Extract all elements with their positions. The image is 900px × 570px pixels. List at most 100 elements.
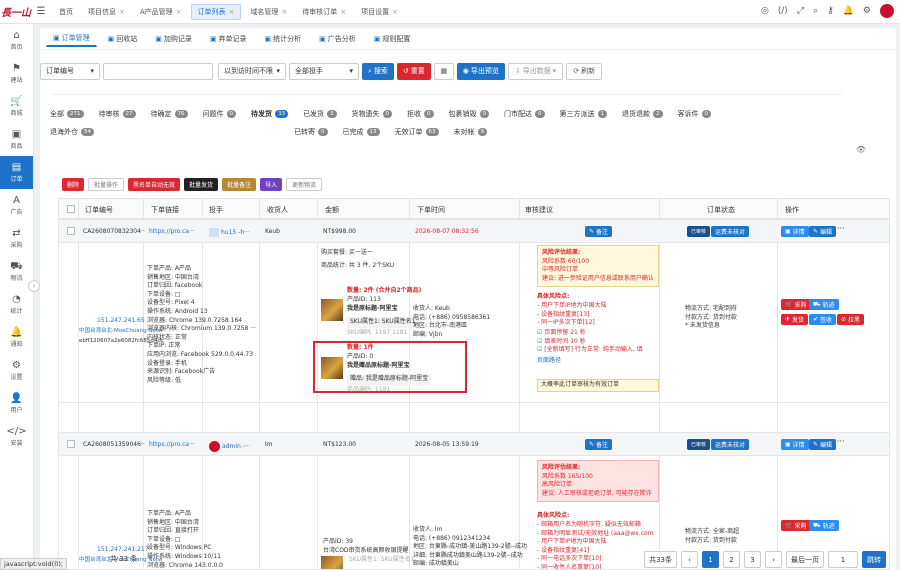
- sidebar-item-1[interactable]: ⚑ 建站: [0, 57, 33, 90]
- status-tab[interactable]: 未对帐 9: [454, 126, 487, 137]
- sidebar-item-12[interactable]: </> 安装: [0, 420, 33, 453]
- sign-button[interactable]: ✔ 签收: [809, 314, 837, 325]
- last-page[interactable]: 最后一页: [786, 551, 824, 568]
- row-checkbox[interactable]: [67, 227, 75, 235]
- agent-name[interactable]: hu15 -h···: [209, 228, 250, 238]
- status-tab[interactable]: 第三方派送 1: [560, 108, 607, 119]
- jump-button[interactable]: 跳转: [862, 551, 886, 568]
- export-preview-button[interactable]: ◉ 导出预览: [456, 62, 505, 80]
- action-button-5[interactable]: 导入: [260, 178, 283, 191]
- more-icon[interactable]: ···: [837, 437, 845, 447]
- tab-2[interactable]: A产品管理 ×: [134, 4, 188, 20]
- status-tab[interactable]: 无效订单 63: [395, 126, 439, 137]
- sidebar-item-3[interactable]: ▣ 商品: [0, 123, 33, 156]
- detail-button[interactable]: ▣ 详情: [781, 226, 809, 237]
- remark-button[interactable]: ✎ 备注: [585, 439, 613, 450]
- jump-input[interactable]: 1: [828, 551, 858, 568]
- table-row[interactable]: CA2608051359046·· https://pro.ca··· admi…: [59, 432, 889, 456]
- sidebar-item-5[interactable]: A 广告: [0, 189, 33, 222]
- track-button[interactable]: ⛟ 轨迹: [809, 299, 839, 310]
- close-icon[interactable]: ×: [119, 8, 125, 16]
- close-icon[interactable]: ×: [176, 8, 182, 16]
- order-id[interactable]: CA2608070832304··: [83, 228, 145, 237]
- col-order-id[interactable]: 订单编号: [85, 205, 113, 215]
- action-button-2[interactable]: 黑名单自动无效: [128, 178, 181, 191]
- subnav-item-0[interactable]: ▣ 订单管理: [46, 30, 97, 47]
- sidebar-item-6[interactable]: ⇄ 采购: [0, 222, 33, 255]
- sidebar-item-2[interactable]: 🛒 商城: [0, 90, 33, 123]
- record-link[interactable]: 页面路径: [537, 357, 561, 366]
- order-id[interactable]: CA2608051359046··: [83, 441, 145, 450]
- more-icon[interactable]: ···: [837, 224, 845, 234]
- tab-0[interactable]: 首页: [53, 4, 79, 20]
- subnav-item-1[interactable]: ▣ 回收站: [101, 31, 145, 47]
- calendar-button[interactable]: ▦: [433, 62, 454, 80]
- bell-icon[interactable]: 🔔: [843, 6, 854, 16]
- prev-page[interactable]: ‹: [681, 551, 698, 568]
- settings-icon[interactable]: ⚙: [863, 6, 871, 16]
- agent-name[interactable]: admin -···: [209, 441, 251, 452]
- status-tab[interactable]: 已完成 13: [343, 126, 380, 137]
- status-tab[interactable]: 已转寄 0: [294, 126, 328, 137]
- refresh-button[interactable]: ⟳ 刷新: [566, 62, 603, 80]
- sidebar-item-0[interactable]: ⌂ 首页: [0, 24, 33, 57]
- remark-button[interactable]: ✎ 备注: [585, 226, 613, 237]
- keyword-input[interactable]: [103, 62, 213, 80]
- subnav-item-4[interactable]: ▣ 统计分析: [258, 31, 309, 47]
- status-tab[interactable]: 拒收 0: [407, 108, 434, 119]
- expand-icon[interactable]: ⤢: [797, 6, 804, 16]
- sidebar-item-11[interactable]: 👤 用户: [0, 387, 33, 420]
- status-tab[interactable]: 货物遗失 0: [352, 108, 392, 119]
- action-button-4[interactable]: 批量备注: [222, 178, 257, 191]
- tab-5[interactable]: 待审核订单 ×: [296, 4, 352, 20]
- status-tab[interactable]: 全部 271: [50, 108, 84, 119]
- blacklist-button[interactable]: ⊘ 拉黑: [837, 314, 865, 325]
- close-icon[interactable]: ×: [229, 8, 235, 16]
- track-button[interactable]: ⛟ 轨迹: [809, 520, 839, 531]
- page-3[interactable]: 3: [744, 551, 761, 568]
- ship-button[interactable]: ✈ 发货: [781, 314, 809, 325]
- edit-button[interactable]: ✎ 编辑: [809, 439, 837, 450]
- status-tab[interactable]: 待发货 33: [251, 108, 288, 119]
- edit-button[interactable]: ✎ 编辑: [809, 226, 837, 237]
- status-tab[interactable]: 退海外仓 54: [50, 126, 94, 137]
- status-tab[interactable]: 问题件 0: [203, 108, 236, 119]
- status-tab[interactable]: 退货退款 2: [622, 108, 663, 119]
- status-tab[interactable]: 包裹销毁 0: [449, 108, 489, 119]
- close-icon[interactable]: ×: [281, 8, 287, 16]
- sidebar-item-4[interactable]: ▤ 订单: [0, 156, 33, 189]
- code-icon[interactable]: ⟨/⟩: [778, 6, 788, 16]
- detail-button[interactable]: ▣ 详情: [781, 439, 809, 450]
- status-tab[interactable]: 待确定 76: [151, 108, 188, 119]
- tab-6[interactable]: 项目设置 ×: [355, 4, 404, 20]
- status-tab[interactable]: 已发货 3: [303, 108, 337, 119]
- menu-toggle-icon[interactable]: ☰: [32, 6, 50, 17]
- search-button[interactable]: ⌕ 搜索: [362, 62, 394, 80]
- subnav-item-5[interactable]: ▣ 广告分析: [312, 31, 363, 47]
- delivery-select[interactable]: 全部投手 ▾: [289, 62, 359, 80]
- tab-3[interactable]: 订单列表 ×: [190, 3, 242, 20]
- action-button-0[interactable]: 删除: [62, 178, 85, 191]
- order-link[interactable]: https://pro.ca···: [149, 228, 195, 237]
- table-row[interactable]: CA2608070832304·· https://pro.ca··· hu15…: [59, 219, 889, 243]
- subnav-item-6[interactable]: ▣ 规则配置: [367, 31, 418, 47]
- sidebar-item-9[interactable]: 🔔 通知: [0, 321, 33, 354]
- sidebar-item-10[interactable]: ⚙ 设置: [0, 354, 33, 387]
- status-tab[interactable]: 待审核 27: [99, 108, 136, 119]
- avatar[interactable]: [880, 4, 894, 18]
- order-ip[interactable]: 151.247.241.65: [97, 317, 145, 326]
- status-tab[interactable]: 门市配达 0: [504, 108, 545, 119]
- subnav-item-3[interactable]: ▣ 弃单记录: [203, 31, 254, 47]
- status-tab[interactable]: 客诉件 0: [678, 108, 711, 119]
- target-icon[interactable]: ◎: [761, 6, 769, 16]
- subnav-item-2[interactable]: ▣ 加购记录: [148, 31, 199, 47]
- action-button-6[interactable]: 更新物流: [286, 178, 323, 191]
- reset-button[interactable]: ↺ 重置: [396, 62, 431, 80]
- field-select[interactable]: 订单编号 ▾: [40, 62, 100, 80]
- sidebar-item-8[interactable]: ◔ 统计: [0, 288, 33, 321]
- app-logo[interactable]: 長一山: [0, 0, 32, 24]
- column-visibility-icon[interactable]: 👁: [856, 145, 866, 154]
- purchase-button[interactable]: 🛒 采购: [781, 520, 811, 531]
- search-icon[interactable]: ⌕: [813, 6, 818, 16]
- tab-4[interactable]: 域名管理 ×: [244, 4, 293, 20]
